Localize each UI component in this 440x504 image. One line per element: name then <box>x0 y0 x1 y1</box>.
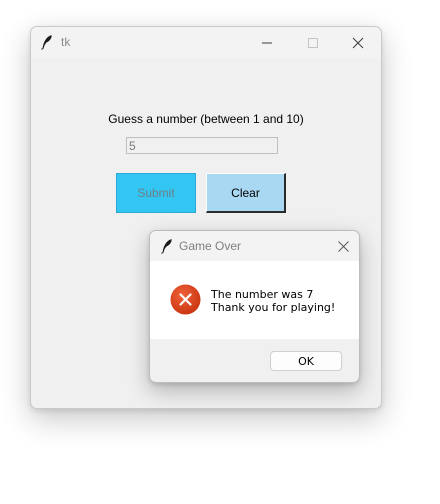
prompt-label: Guess a number (between 1 and 10) <box>108 112 304 126</box>
ok-button-label: OK <box>298 354 314 368</box>
dialog-titlebar[interactable]: Game Over <box>150 231 359 261</box>
maximize-button[interactable] <box>290 27 336 58</box>
dialog-message-area: The number was 7 Thank you for playing! <box>150 261 359 339</box>
error-icon <box>170 284 201 315</box>
window-titlebar[interactable]: tk <box>31 27 381 58</box>
dialog-title: Game Over <box>179 239 242 253</box>
minimize-button[interactable] <box>244 27 290 58</box>
submit-button-label: Submit <box>137 186 175 200</box>
clear-button[interactable]: Clear <box>206 173 286 213</box>
submit-button[interactable]: Submit <box>116 173 196 213</box>
close-icon <box>337 240 349 252</box>
dialog-message-line: The number was 7 <box>211 288 314 301</box>
close-icon <box>352 37 364 48</box>
feather-icon <box>40 34 54 50</box>
game-over-dialog: Game Over The number was 7 Thank you for… <box>149 230 360 383</box>
maximize-icon <box>308 37 318 48</box>
feather-icon <box>160 238 174 254</box>
clear-button-label: Clear <box>231 185 260 200</box>
dialog-close-button[interactable] <box>327 231 359 261</box>
window-title: tk <box>61 35 71 49</box>
ok-button[interactable]: OK <box>270 351 342 371</box>
close-button[interactable] <box>335 27 381 58</box>
guess-input[interactable] <box>126 137 278 154</box>
dialog-message-line: Thank you for playing! <box>211 301 336 314</box>
minimize-icon <box>262 42 272 43</box>
